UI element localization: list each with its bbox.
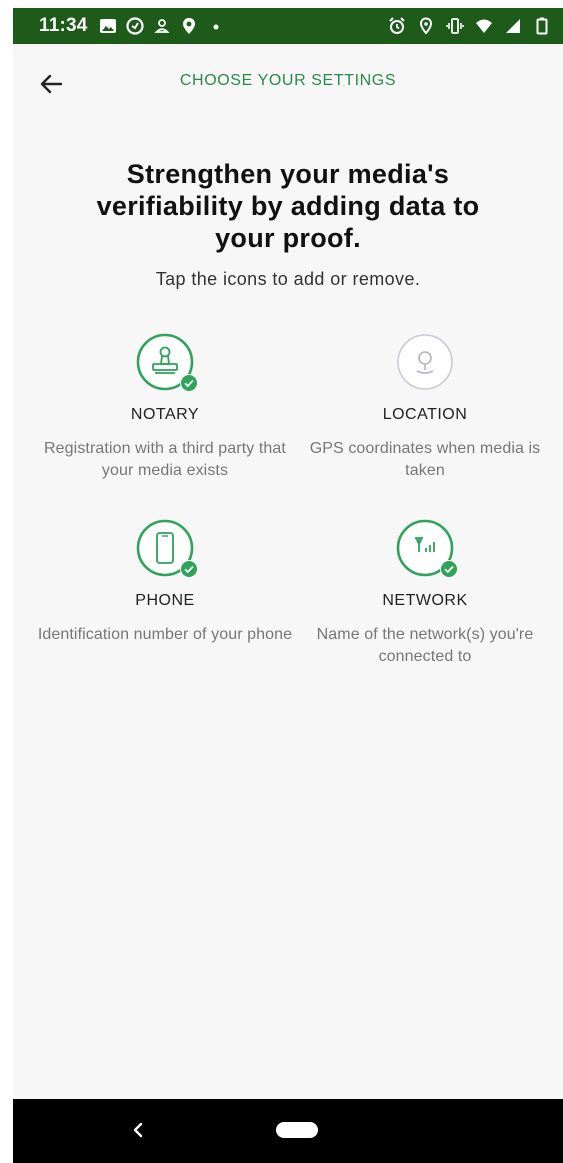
check-badge-icon <box>180 374 198 392</box>
instruction-text: Tap the icons to add or remove. <box>155 269 421 289</box>
vibrate-icon <box>446 16 464 36</box>
setting-title: NOTARY <box>130 406 200 423</box>
setting-title: NETWORK <box>382 592 468 609</box>
app-screen: 11:34 CHOOSE YOUR SETTINGS Strengthen yo… <box>13 8 563 1163</box>
setting-title: PHONE <box>135 592 195 609</box>
navigation-bar <box>13 1099 563 1163</box>
setting-phone[interactable]: PHONE Identification number of your phon… <box>33 518 297 646</box>
status-time: 11:34 <box>39 15 88 36</box>
setting-title: LOCATION <box>382 406 468 423</box>
setting-description: Identification number of your phone <box>37 626 293 643</box>
phone-toggle[interactable] <box>135 518 198 578</box>
alarm-icon <box>388 16 406 36</box>
location-outline-icon <box>417 16 435 36</box>
status-bar: 11:34 <box>13 8 563 44</box>
status-left-icons <box>99 16 225 36</box>
setting-description: Name of the network(s) you're connected … <box>316 626 534 665</box>
cell-signal-icon <box>504 16 522 36</box>
check-badge-icon <box>180 560 198 578</box>
location-pin-icon <box>180 16 198 36</box>
location-icon <box>397 334 453 390</box>
setting-location[interactable]: LOCATION GPS coordinates when media is t… <box>293 332 557 482</box>
image-icon <box>99 16 117 36</box>
nav-home-button[interactable] <box>276 1122 318 1138</box>
page-title: CHOOSE YOUR SETTINGS <box>179 72 397 89</box>
location-toggle[interactable] <box>395 332 455 392</box>
dot-icon <box>207 16 225 36</box>
setting-network[interactable]: NETWORK Name of the network(s) you're co… <box>293 518 557 668</box>
setting-description: Registration with a third party that you… <box>44 440 286 479</box>
nav-back-button[interactable] <box>127 1119 149 1141</box>
wifi-icon <box>475 16 493 36</box>
screenshot-frame: 11:34 CHOOSE YOUR SETTINGS Strengthen yo… <box>0 0 563 1163</box>
headline: Strengthen your media's verifiability by… <box>96 159 480 253</box>
person-icon <box>153 16 171 36</box>
app-header: CHOOSE YOUR SETTINGS <box>13 44 563 124</box>
setting-description: GPS coordinates when media is taken <box>309 440 541 479</box>
status-right-icons <box>388 16 551 36</box>
check-badge-icon <box>440 560 458 578</box>
chevron-left-icon <box>133 1122 143 1138</box>
clock-in-circle-icon <box>126 16 144 36</box>
setting-notary[interactable]: NOTARY Registration with a third party t… <box>33 332 297 482</box>
notary-toggle[interactable] <box>135 332 198 392</box>
network-toggle[interactable] <box>395 518 458 578</box>
battery-icon <box>533 16 551 36</box>
